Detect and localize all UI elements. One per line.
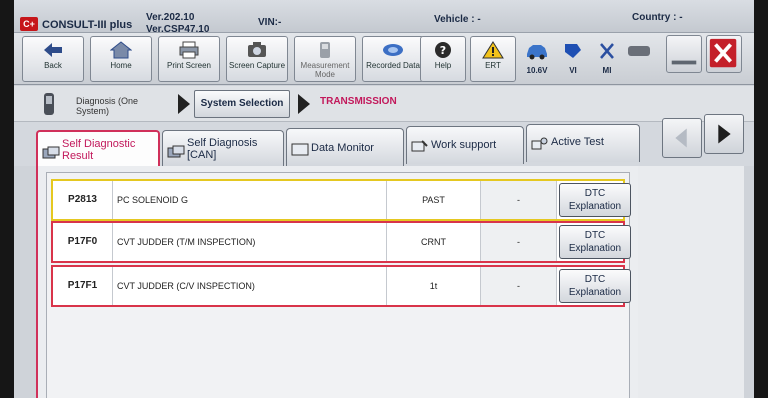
dtc-explanation-button[interactable]: DTC Explanation (559, 183, 631, 217)
close-button[interactable] (706, 35, 742, 73)
print-screen-label: Print Screen (166, 61, 212, 70)
close-icon (709, 38, 737, 68)
toolbar: Back Home Print Screen Screen Capture Me… (14, 33, 754, 85)
back-label: Back (44, 61, 62, 70)
dtc-description: CVT JUDDER (T/M INSPECTION) (113, 223, 387, 261)
dtc-status: CRNT (387, 223, 481, 261)
version-label: Ver.202.10 (146, 12, 195, 23)
tab-data-monitor-label: Data Monitor (311, 142, 374, 154)
vehicle-label: Vehicle : - (434, 14, 481, 25)
title-bar: C+ CONSULT-III plus Ver.202.10 Ver.CSP47… (14, 0, 754, 35)
dtc-row[interactable]: P17F1 CVT JUDDER (C/V INSPECTION) 1t - D… (51, 265, 631, 307)
breadcrumb-diagnosis-one-system[interactable]: Diagnosis (One System) (76, 96, 166, 116)
data-monitor-icon (291, 143, 309, 156)
dtc-code: P17F1 (53, 267, 113, 305)
tab-work-support[interactable]: Work support (406, 126, 524, 164)
mi-status: MI (590, 36, 624, 82)
dtc-extra: - (481, 267, 557, 305)
help-label: Help (434, 61, 452, 70)
tab-scroll-left-button[interactable] (662, 118, 702, 158)
dtc-code: P17F0 (53, 223, 113, 261)
voltage-label: 10.6V (526, 66, 548, 75)
measurement-mode-button[interactable]: Measurement Mode (294, 36, 356, 82)
active-test-icon (531, 137, 548, 150)
minimize-button[interactable] (666, 35, 702, 73)
dtc-status: 1t (387, 267, 481, 305)
dtc-code: P2813 (53, 181, 113, 219)
dtc-explanation-button[interactable]: DTC Explanation (559, 269, 631, 303)
consult-window: C+ CONSULT-III plus Ver.202.10 Ver.CSP47… (14, 0, 754, 398)
screen-capture-button[interactable]: Screen Capture (226, 36, 288, 82)
tab-work-support-label: Work support (431, 139, 497, 151)
home-button[interactable]: Home (90, 36, 152, 82)
svg-text:?: ? (440, 44, 446, 57)
country-label: Country : - (632, 12, 683, 23)
device-status (624, 36, 654, 82)
vi-device-icon (565, 44, 581, 58)
vi-status: VI (556, 36, 590, 82)
breadcrumb-arrow-icon (298, 94, 310, 114)
dtc-description: PC SOLENOID G (113, 181, 387, 219)
dtc-list: P2813 PC SOLENOID G PAST - DTC Explanati… (46, 172, 631, 398)
tab-scroll-right-button[interactable] (704, 114, 744, 154)
print-screen-button[interactable]: Print Screen (158, 36, 220, 82)
mi-label: MI (602, 66, 612, 75)
breadcrumb: Diagnosis (One System) System Selection … (14, 86, 754, 122)
help-button[interactable]: ? Help (420, 36, 466, 82)
dtc-extra: - (481, 181, 557, 219)
back-arrow-icon (44, 43, 62, 57)
tab-active-test[interactable]: Active Test (526, 124, 640, 162)
device-icon (628, 46, 650, 56)
car-icon (527, 45, 547, 60)
printer-icon (179, 41, 199, 59)
dtc-row[interactable]: P17F0 CVT JUDDER (T/M INSPECTION) CRNT -… (51, 221, 631, 263)
dtc-row[interactable]: P2813 PC SOLENOID G PAST - DTC Explanati… (51, 179, 631, 221)
app-name: CONSULT-III plus (42, 19, 133, 31)
ert-button[interactable]: ERT (470, 36, 516, 82)
work-support-icon (411, 140, 428, 152)
recorded-data-icon (383, 44, 403, 56)
arrow-left-icon (675, 128, 687, 148)
screen-capture-label: Screen Capture (228, 61, 286, 70)
measurement-icon (320, 42, 330, 58)
recorded-data-button[interactable]: Recorded Data (362, 36, 424, 82)
arrow-right-icon (718, 124, 731, 144)
tab-bar: Self Diagnostic Result Self Diagnosis [C… (14, 122, 754, 168)
dtc-extra: - (481, 223, 557, 261)
dtc-description: CVT JUDDER (C/V INSPECTION) (113, 267, 387, 305)
back-button[interactable]: Back (22, 36, 84, 82)
self-diagnostic-icon (42, 146, 60, 159)
mi-disconnected-icon (600, 43, 614, 59)
breadcrumb-transmission: TRANSMISSION (320, 96, 397, 107)
vin-label: VIN:- (258, 17, 282, 28)
breadcrumb-arrow-icon (178, 94, 190, 114)
self-diagnostic-result-panel: P2813 PC SOLENOID G PAST - DTC Explanati… (36, 166, 744, 398)
app-logo: C+ (20, 17, 38, 31)
tab-active-test-label: Active Test (551, 136, 604, 148)
home-icon (110, 41, 132, 59)
camera-icon (248, 42, 266, 57)
recorded-data-label: Recorded Data (366, 61, 420, 70)
breadcrumb-system-selection[interactable]: System Selection (194, 90, 290, 118)
minimize-icon (671, 60, 697, 65)
dtc-status: PAST (387, 181, 481, 219)
tab-self-diagnostic-result-label: Self Diagnostic Result (62, 138, 136, 162)
ert-label: ERT (485, 61, 501, 70)
warning-icon (482, 41, 504, 59)
tab-self-diagnosis-can-label: Self Diagnosis [CAN] (187, 137, 258, 161)
battery-voltage-status: 10.6V (520, 36, 554, 82)
self-diagnosis-can-icon (167, 145, 185, 158)
dtc-explanation-button[interactable]: DTC Explanation (559, 225, 631, 259)
vi-label: VI (569, 66, 577, 75)
tab-self-diagnostic-result[interactable]: Self Diagnostic Result (36, 130, 160, 168)
measurement-mode-label: Measurement Mode (300, 61, 350, 79)
connector-icon (44, 93, 54, 115)
side-panel (638, 166, 744, 398)
tab-self-diagnosis-can[interactable]: Self Diagnosis [CAN] (162, 130, 284, 166)
help-icon: ? (435, 42, 451, 58)
tab-data-monitor[interactable]: Data Monitor (286, 128, 404, 166)
home-label: Home (110, 61, 132, 70)
